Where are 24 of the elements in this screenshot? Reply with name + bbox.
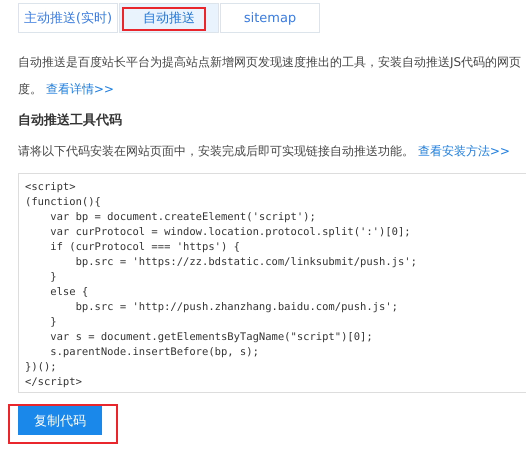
intro-text: 自动推送是百度站长平台为提高站点新增网页发现速度推出的工具，安装自动推送JS代码的网页 bbox=[18, 55, 522, 69]
code-line: (function(){ bbox=[25, 195, 102, 210]
code-line: if (curProtocol === 'https') { bbox=[49, 240, 241, 255]
code-line: s.parentNode.insertBefore(bp, s); bbox=[49, 345, 260, 360]
copy-code-button[interactable]: 复制代码 bbox=[18, 406, 102, 435]
section-title: 自动推送工具代码 bbox=[18, 112, 123, 129]
tab[interactable]: 自动推送 bbox=[119, 3, 219, 33]
code-line: } bbox=[49, 270, 58, 285]
install-link[interactable]: 查看安装方法>> bbox=[418, 144, 510, 158]
code-line: bp.src = 'http://push.zhanzhang.baidu.com/push.js'; bbox=[74, 300, 399, 315]
tab[interactable]: sitemap bbox=[220, 3, 320, 33]
code-line: else { bbox=[49, 285, 90, 300]
code-line: <script> bbox=[25, 180, 77, 195]
instruction-text: 请将以下代码安装在网站页面中，安装完成后即可实现链接自动推送功能。 bbox=[18, 144, 414, 158]
code-line: var s = document.getElementsByTagName("script")[0]; bbox=[49, 330, 374, 345]
code-line: </script> bbox=[25, 375, 83, 390]
code-line: bp.src = 'https://zz.bdstatic.com/linksubmit/push.js'; bbox=[74, 255, 418, 270]
tab[interactable]: 主动推送(实时) bbox=[18, 3, 118, 33]
code-line: var bp = document.createElement('script'); bbox=[49, 210, 317, 225]
code-line: var curProtocol = window.location.protocol.split(':')[0]; bbox=[49, 225, 412, 240]
intro-text: 度。 bbox=[18, 82, 42, 96]
details-link[interactable]: 查看详情>> bbox=[46, 82, 114, 96]
code-line: })(); bbox=[25, 360, 58, 375]
code-line: } bbox=[49, 315, 58, 330]
